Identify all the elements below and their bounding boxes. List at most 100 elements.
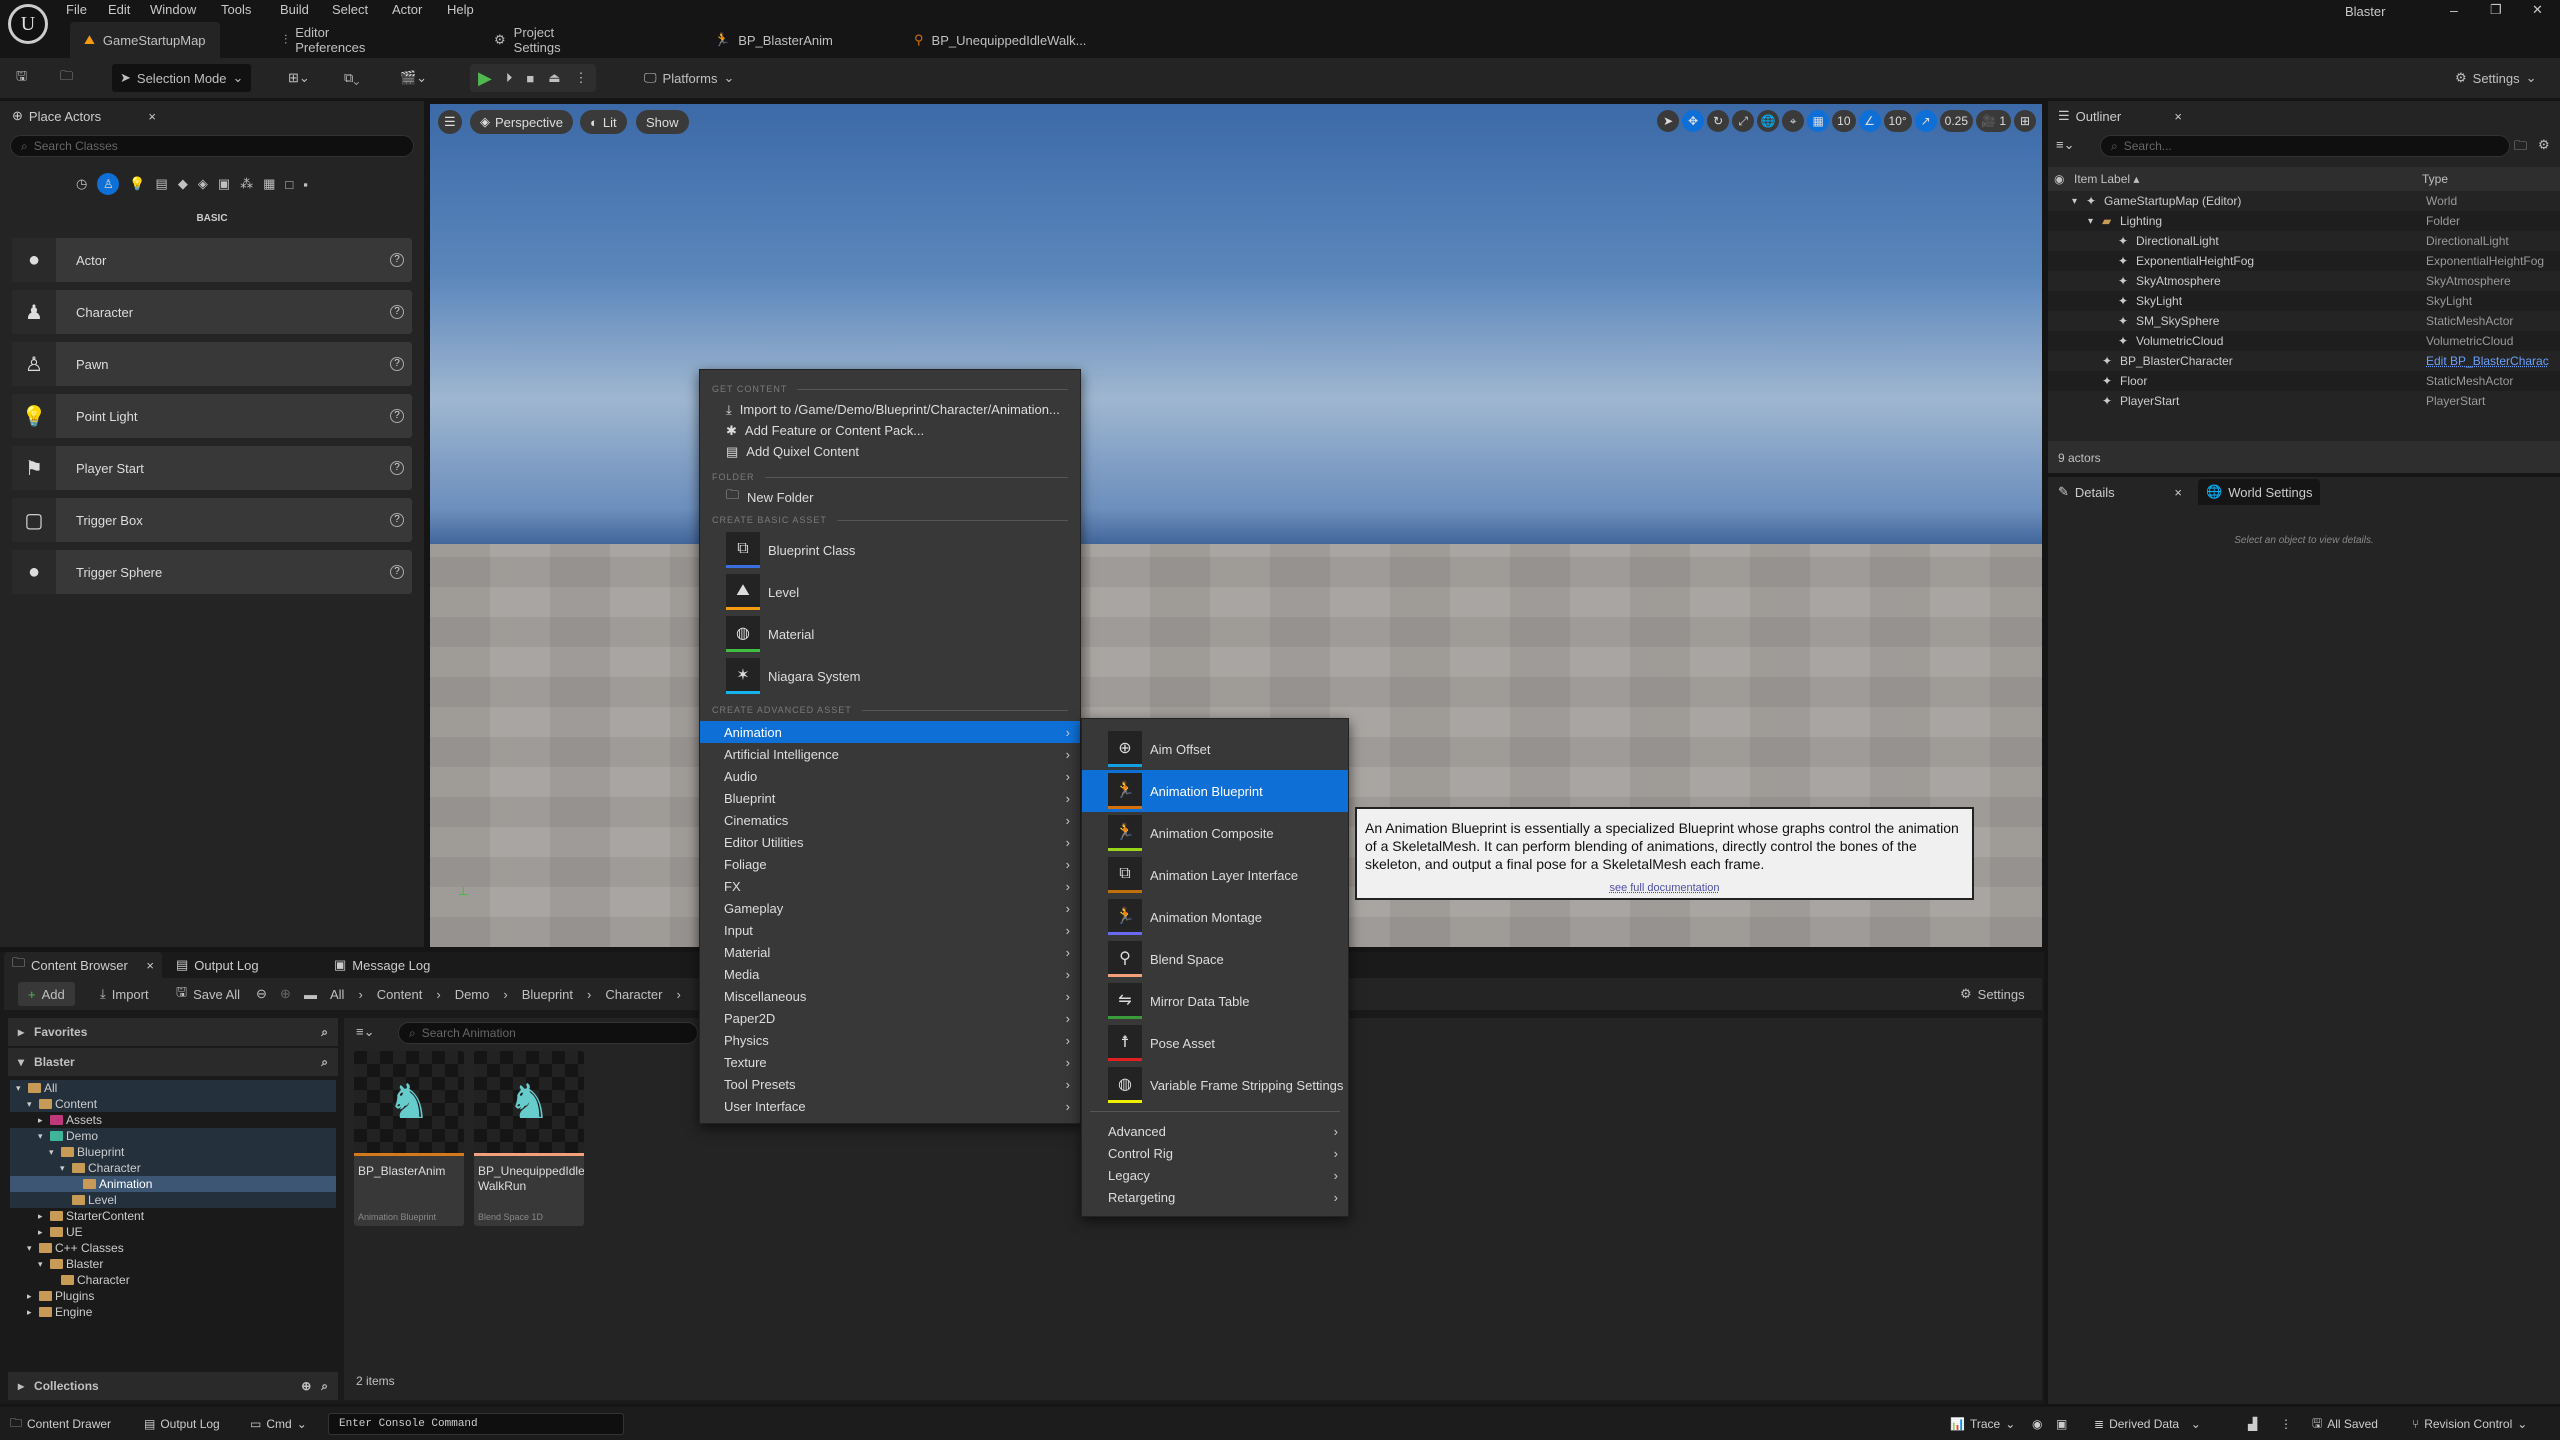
gear-icon[interactable]: ⚙ bbox=[2538, 137, 2550, 153]
menu-item-niagara-system[interactable]: ✶ Niagara System bbox=[700, 656, 1080, 696]
menu-item-mirror-data-table[interactable]: ⇋ Mirror Data Table bbox=[1082, 980, 1348, 1022]
filter-icon[interactable]: ≡⌄ bbox=[2056, 137, 2074, 153]
close-icon[interactable]: × bbox=[146, 958, 154, 973]
box-icon[interactable]: □ bbox=[285, 177, 293, 192]
menu-item-texture[interactable]: Texture › bbox=[700, 1051, 1080, 1073]
trace-dropdown[interactable]: 📊 Trace ⌄ bbox=[1950, 1413, 2015, 1435]
settings-button[interactable]: ⚙ Settings ⌄ bbox=[2455, 64, 2537, 92]
outliner-row[interactable]: ✦ PlayerStart PlayerStart bbox=[2048, 391, 2560, 411]
menu-item-material[interactable]: ◍ Material bbox=[700, 614, 1080, 654]
grid-snap-icon[interactable]: ▦ bbox=[1807, 110, 1830, 132]
collections-section[interactable]: ▸ Collections ⊕ ⌕ bbox=[8, 1372, 338, 1400]
more-icon[interactable]: ▪ bbox=[303, 177, 308, 192]
outliner-row[interactable]: ✦ Floor StaticMeshActor bbox=[2048, 371, 2560, 391]
menu-item-retargeting[interactable]: Retargeting › bbox=[1082, 1186, 1348, 1208]
menu-item-miscellaneous[interactable]: Miscellaneous › bbox=[700, 985, 1080, 1007]
help-icon[interactable]: ? bbox=[390, 253, 404, 267]
search-icon[interactable]: ⌕ bbox=[321, 1379, 328, 1394]
help-icon[interactable]: ? bbox=[390, 305, 404, 319]
menu-item-animation-composite[interactable]: 🏃 Animation Composite bbox=[1082, 812, 1348, 854]
derived-data-dropdown[interactable]: ≣ Derived Data ⌄ bbox=[2094, 1413, 2201, 1435]
type-header[interactable]: Type bbox=[2422, 172, 2448, 186]
help-icon[interactable]: ? bbox=[390, 357, 404, 371]
expand-arrow-icon[interactable]: ▸ bbox=[27, 1291, 36, 1302]
scale-icon[interactable]: ⤢ bbox=[1732, 110, 1755, 132]
outliner-search-input[interactable]: ⌕ Search... bbox=[2100, 135, 2510, 157]
folder-tree-item[interactable]: ▸ UE bbox=[10, 1224, 336, 1240]
menu-item-material[interactable]: Material › bbox=[700, 941, 1080, 963]
chevron-right-icon[interactable]: › bbox=[587, 987, 591, 1002]
outliner-row[interactable]: ▾ ✦ GameStartupMap (Editor) World bbox=[2048, 191, 2560, 211]
place-actors-tab[interactable]: ⊕ Place Actors × bbox=[4, 103, 164, 129]
menu-item-media[interactable]: Media › bbox=[700, 963, 1080, 985]
all-saved-button[interactable]: 🖫 All Saved bbox=[2312, 1413, 2378, 1435]
menu-item-blend-space[interactable]: ⚲ Blend Space bbox=[1082, 938, 1348, 980]
menu-item-animation-layer-interface[interactable]: ⧉ Animation Layer Interface bbox=[1082, 854, 1348, 896]
visibility-icon[interactable]: ◉ bbox=[2054, 172, 2064, 186]
add-folder-icon[interactable]: 🗀 bbox=[2514, 137, 2527, 159]
help-icon[interactable]: ? bbox=[390, 513, 404, 527]
menu-select[interactable]: Select bbox=[332, 2, 368, 17]
world-settings-tab[interactable]: 🌐 World Settings bbox=[2198, 479, 2321, 505]
chevron-right-icon[interactable]: › bbox=[676, 987, 680, 1002]
back-button[interactable]: ⊖ bbox=[256, 982, 267, 1006]
basic-icon[interactable]: ♙ bbox=[97, 173, 120, 195]
menu-item-tool-presets[interactable]: Tool Presets › bbox=[700, 1073, 1080, 1095]
outliner-row[interactable]: ✦ SkyAtmosphere SkyAtmosphere bbox=[2048, 271, 2560, 291]
geometry-icon[interactable]: ◈ bbox=[198, 176, 208, 192]
menu-tools[interactable]: Tools bbox=[221, 2, 251, 17]
content-browser-tab[interactable]: 🗀 Content Browser × bbox=[4, 952, 162, 978]
cinematics-button[interactable]: 🎬⌄ bbox=[400, 64, 427, 92]
camera-speed-button[interactable]: 🎥 1 bbox=[1976, 110, 2011, 132]
cmd-dropdown[interactable]: ▭ Cmd ⌄ bbox=[250, 1413, 307, 1435]
search-icon[interactable]: ⌕ bbox=[321, 1025, 328, 1040]
expand-arrow-icon[interactable]: ▾ bbox=[2088, 216, 2093, 227]
menu-item-editor-utilities[interactable]: Editor Utilities › bbox=[700, 831, 1080, 853]
item-label-header[interactable]: Item Label ▴ bbox=[2074, 172, 2139, 186]
shapes-icon[interactable]: ▦ bbox=[263, 176, 275, 192]
menu-item-paper2d[interactable]: Paper2D › bbox=[700, 1007, 1080, 1029]
scale-snap-value[interactable]: 0.25 bbox=[1939, 110, 1974, 132]
asset-tile[interactable]: ♞ BP_UnequippedIdle WalkRun Blend Space 1D bbox=[474, 1051, 584, 1226]
surface-snap-icon[interactable]: ⌖ bbox=[1782, 110, 1805, 132]
console-command-input[interactable]: Enter Console Command bbox=[328, 1413, 624, 1435]
folder-tree-item[interactable]: Character bbox=[10, 1272, 336, 1288]
save-icon[interactable]: 🖫 bbox=[16, 64, 27, 92]
edit-blueprint-link[interactable]: Edit BP_BlasterCharac bbox=[2426, 354, 2549, 368]
performance-icon[interactable]: ▟ bbox=[2248, 1413, 2257, 1435]
filter-icon[interactable]: ≡⌄ bbox=[356, 1024, 374, 1040]
search-icon[interactable]: ⌕ bbox=[321, 1055, 328, 1070]
volumes-icon[interactable]: ▣ bbox=[218, 176, 230, 192]
menu-item-legacy[interactable]: Legacy › bbox=[1082, 1164, 1348, 1186]
expand-arrow-icon[interactable]: ▸ bbox=[27, 1307, 36, 1318]
asset-tile[interactable]: ♞ BP_BlasterAnim Animation Blueprint bbox=[354, 1051, 464, 1226]
menu-item-animation[interactable]: Animation › bbox=[700, 721, 1080, 743]
menu-item-animation-blueprint[interactable]: 🏃 Animation Blueprint bbox=[1082, 770, 1348, 812]
chevron-right-icon[interactable]: › bbox=[358, 987, 362, 1002]
outliner-row[interactable]: ✦ ExponentialHeightFog ExponentialHeightFo… bbox=[2048, 251, 2560, 271]
expand-arrow-icon[interactable]: ▾ bbox=[2072, 196, 2077, 207]
expand-arrow-icon[interactable]: ▸ bbox=[38, 1211, 47, 1222]
actor-item-player-start[interactable]: ⚑ Player Start? bbox=[12, 446, 412, 490]
menu-build[interactable]: Build bbox=[280, 2, 309, 17]
show-button[interactable]: Show bbox=[636, 110, 689, 134]
eject-icon[interactable]: ⏏ bbox=[548, 70, 560, 86]
forward-button[interactable]: ⊕ bbox=[280, 982, 291, 1006]
close-window-button[interactable]: ✕ bbox=[2532, 2, 2543, 18]
folder-tree-item[interactable]: ▾ Blaster bbox=[10, 1256, 336, 1272]
recent-icon[interactable]: ◷ bbox=[76, 176, 87, 192]
blueprint-button[interactable]: ⧉⌄ bbox=[344, 64, 359, 92]
menu-help[interactable]: Help bbox=[447, 2, 474, 17]
actor-item-point-light[interactable]: 💡 Point Light? bbox=[12, 394, 412, 438]
close-icon[interactable]: × bbox=[148, 109, 156, 124]
menu-item-audio[interactable]: Audio › bbox=[700, 765, 1080, 787]
step-icon[interactable]: ⏵ bbox=[506, 70, 513, 86]
expand-arrow-icon[interactable]: ▾ bbox=[60, 1163, 69, 1174]
menu-item-control-rig[interactable]: Control Rig › bbox=[1082, 1142, 1348, 1164]
expand-arrow-icon[interactable]: ▸ bbox=[38, 1115, 47, 1126]
unreal-logo[interactable]: U bbox=[8, 4, 48, 44]
close-icon[interactable]: × bbox=[2174, 109, 2182, 124]
platforms-dropdown[interactable]: 🖵 Platforms ⌄ bbox=[644, 64, 734, 92]
select-icon[interactable]: ➤ bbox=[1657, 110, 1680, 132]
stop-icon[interactable]: ■ bbox=[526, 71, 534, 86]
